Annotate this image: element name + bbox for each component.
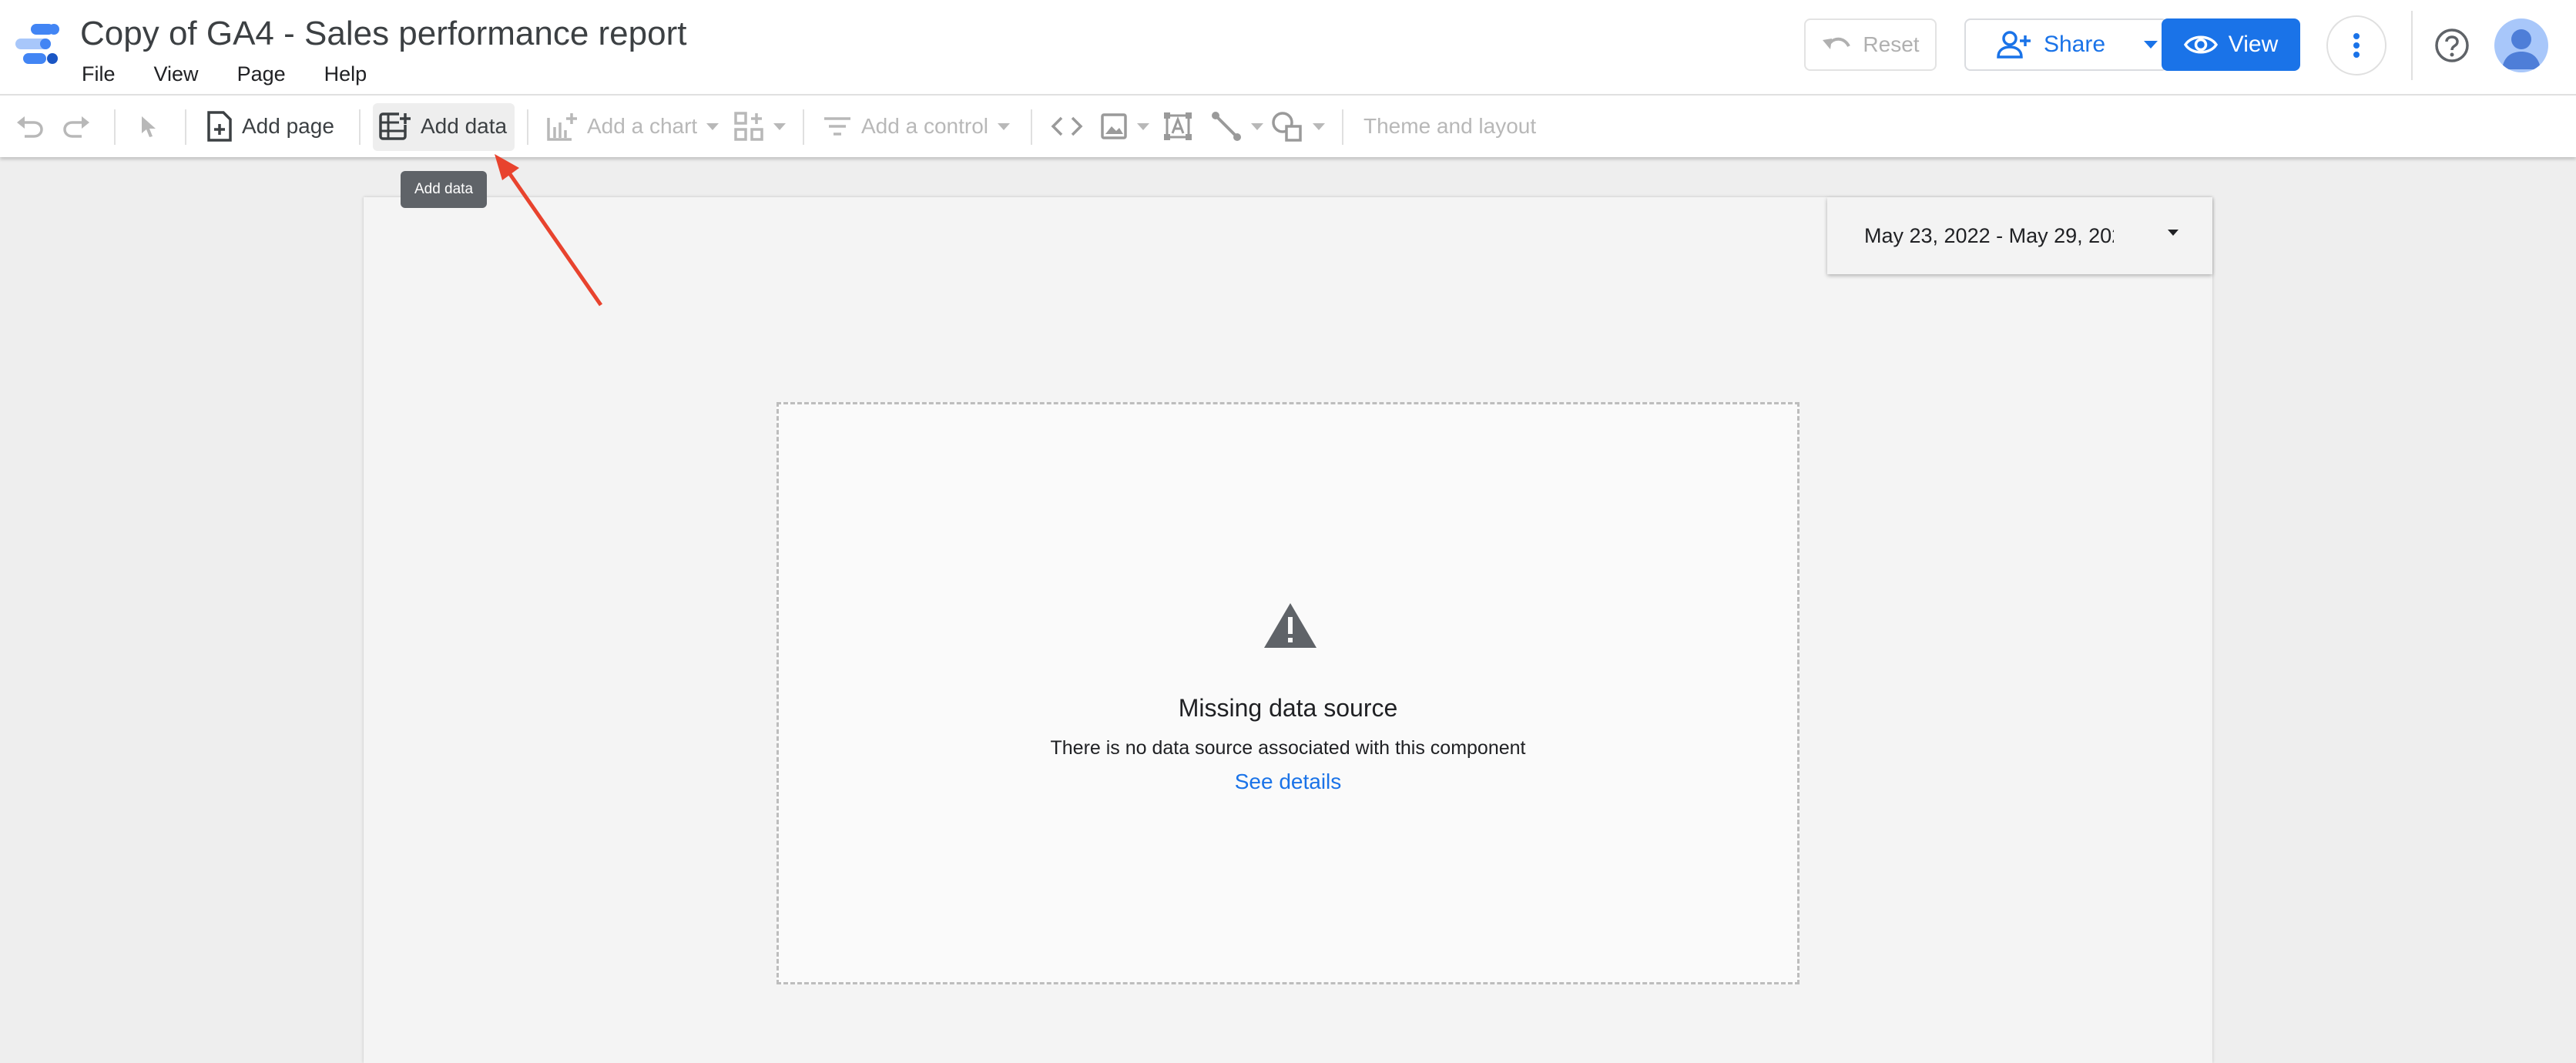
view-button[interactable]: View [2162,18,2300,71]
chevron-down-icon [773,122,786,130]
logo-icon[interactable] [14,20,62,68]
see-details-link[interactable]: See details [779,770,1797,794]
report-title[interactable]: Copy of GA4 - Sales performance report [80,11,686,57]
reset-button[interactable]: Reset [1804,18,1937,71]
menu-file[interactable]: File [82,60,116,91]
toolbar-divider [1342,109,1343,145]
filter-icon [824,117,850,136]
line-button[interactable] [1211,96,1263,157]
shape-icon [1272,112,1302,142]
missing-data-title: Missing data source [1178,694,1398,722]
chevron-down-icon [706,122,719,130]
add-control-label: Add a control [861,114,988,138]
add-chart-button[interactable]: Add a chart [547,96,719,157]
add-chart-icon [547,113,577,141]
add-page-button[interactable]: Add page [206,96,334,157]
toolbar-divider [527,109,528,145]
theme-layout-button[interactable]: Theme and layout [1363,96,1536,157]
undo-icon [17,116,43,138]
chevron-down-icon [1313,122,1325,130]
toolbar-divider [185,109,186,145]
add-page-label: Add page [242,114,334,138]
view-label: View [2228,32,2279,57]
add-data-tooltip: Add data [401,171,487,208]
code-icon [1051,116,1083,136]
select-pointer-icon [142,116,156,137]
app-header: Copy of GA4 - Sales performance report F… [0,0,2576,94]
more-vert-icon [2353,33,2360,58]
chevron-down-icon [998,122,1010,130]
missing-data-component[interactable]: Missing data source There is no data sou… [776,402,1800,984]
reset-label: Reset [1863,32,1920,56]
menu-page[interactable]: Page [237,60,286,91]
redo-icon [63,116,89,138]
component-icon [734,112,763,141]
image-icon [1101,113,1127,139]
add-page-icon [207,111,232,142]
shape-button[interactable] [1271,96,1325,157]
add-chart-label: Add a chart [587,114,698,138]
toolbar-divider [359,109,361,145]
add-data-button[interactable]: Add data [379,96,507,157]
avatar-icon [2502,29,2541,69]
share-label: Share [2043,32,2106,57]
embed-url-button[interactable] [1051,96,1083,157]
chevron-down-icon [2144,41,2158,49]
line-icon [1212,112,1241,141]
theme-layout-label: Theme and layout [1363,114,1537,138]
text-icon [1164,112,1192,140]
date-range-text: May 23, 2022 - May 29, 2022 [1864,224,2114,247]
undo-button[interactable] [15,96,43,157]
share-button[interactable]: Share [1964,18,2137,71]
date-range-control[interactable]: May 23, 2022 - May 29, 2022 [1827,197,2212,274]
add-component-button[interactable] [733,96,786,157]
image-button[interactable] [1100,96,1149,157]
add-data-icon [379,112,411,140]
eye-icon [2183,35,2218,54]
missing-data-description: There is no data source associated with … [1050,737,1526,759]
toolbar-divider [1031,109,1032,145]
select-tool-button[interactable] [139,96,159,157]
add-control-button[interactable]: Add a control [823,96,1010,157]
redo-button[interactable] [63,96,91,157]
chevron-down-icon [2168,230,2179,236]
help-icon[interactable] [2433,26,2471,65]
toolbar-divider [114,109,116,145]
chevron-down-icon [1137,122,1149,130]
add-data-label: Add data [421,114,508,138]
more-options-button[interactable] [2326,15,2386,75]
warning-icon [1264,603,1317,648]
menu-bar: File View Page Help [82,60,405,91]
avatar[interactable] [2494,18,2548,72]
toolbar-divider [803,109,804,145]
reset-icon [1823,37,1851,49]
menu-help[interactable]: Help [324,60,367,91]
chevron-down-icon [1251,122,1263,130]
share-person-icon [1997,31,2031,59]
header-divider [2411,11,2413,80]
text-button[interactable] [1163,96,1192,157]
editor-toolbar: Add page Add data Add a chart Add a cont… [0,94,2576,157]
menu-view[interactable]: View [154,60,199,91]
